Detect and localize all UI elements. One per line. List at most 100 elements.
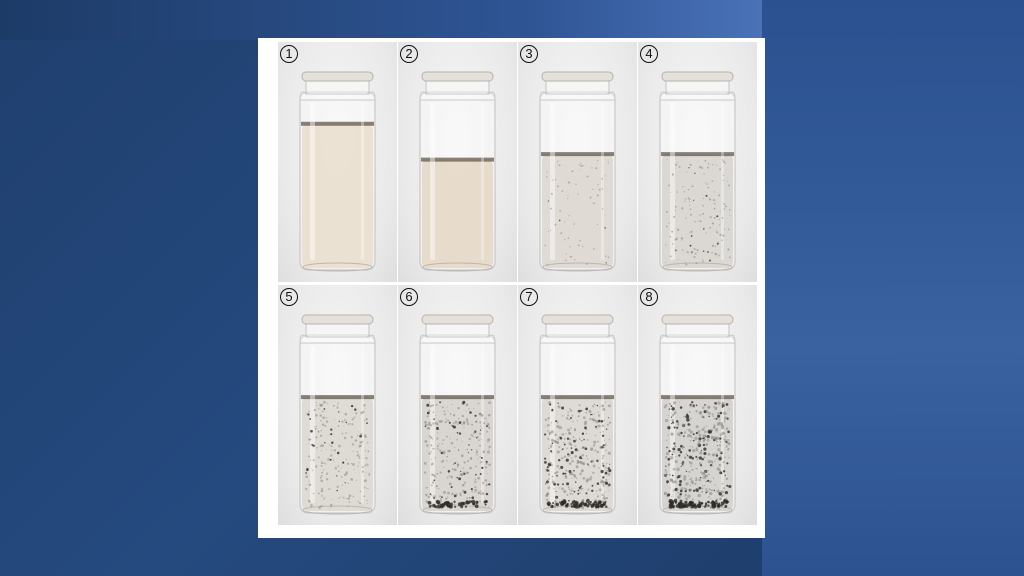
particle (441, 443, 443, 445)
sample-cell-4: 4 (638, 42, 757, 282)
particle (436, 472, 439, 475)
particle (608, 438, 611, 441)
particle (696, 458, 699, 461)
particle (438, 495, 441, 498)
particle (691, 448, 696, 453)
particle (453, 468, 457, 472)
particle (587, 488, 590, 491)
particle (690, 477, 693, 480)
particle (702, 471, 706, 475)
particle (590, 475, 593, 478)
particle (343, 419, 346, 422)
particle (697, 456, 700, 459)
particle (336, 451, 340, 455)
particle (354, 408, 357, 411)
particle (690, 235, 693, 237)
sediment (698, 501, 703, 506)
particle (684, 490, 687, 493)
particle (712, 415, 715, 417)
particle (596, 482, 600, 485)
particle (687, 494, 691, 498)
particle (459, 494, 462, 497)
particle (594, 449, 597, 452)
particle (323, 497, 326, 499)
particle (568, 462, 572, 466)
sediment (464, 505, 467, 508)
particle (716, 242, 719, 245)
particle (557, 402, 559, 404)
particle (351, 443, 355, 446)
particle (323, 400, 326, 404)
particle (308, 410, 310, 413)
particle (712, 163, 714, 166)
particle (689, 479, 691, 481)
particle (468, 437, 471, 441)
particle (708, 162, 710, 164)
particle (681, 423, 685, 427)
particle (365, 457, 368, 460)
particle (603, 419, 605, 421)
particle (666, 439, 668, 441)
sediment (575, 502, 579, 505)
particle (568, 215, 570, 217)
particle (708, 470, 710, 472)
particle (586, 263, 588, 265)
particle (722, 160, 725, 163)
particle (555, 490, 557, 492)
particle (549, 433, 551, 435)
particle (683, 456, 687, 459)
particle (474, 486, 476, 489)
particle (558, 164, 561, 167)
particle (480, 460, 483, 464)
particle (456, 466, 459, 468)
particle (594, 203, 596, 205)
particle (668, 222, 670, 224)
particle (688, 200, 691, 203)
particle (679, 492, 682, 496)
particle (608, 421, 612, 424)
particle (317, 492, 320, 495)
particle (708, 415, 710, 418)
particle (440, 461, 443, 463)
particle (348, 494, 352, 497)
particle (681, 461, 685, 465)
particle (573, 223, 575, 225)
particle (607, 490, 609, 492)
particle (345, 458, 347, 461)
sample-number: 4 (640, 45, 658, 63)
particle (557, 438, 559, 441)
particle (325, 420, 329, 423)
particle (545, 425, 547, 427)
sediment (708, 501, 710, 504)
particle (436, 423, 439, 426)
particle (727, 409, 729, 411)
particle (458, 421, 462, 424)
particle (480, 414, 484, 417)
particle (442, 466, 445, 469)
particle (698, 478, 702, 482)
particle (431, 462, 434, 466)
particle (698, 456, 702, 460)
particle (462, 489, 465, 493)
particle (366, 422, 368, 424)
particle (671, 407, 675, 411)
particle (704, 159, 707, 162)
particle (680, 444, 683, 448)
particle (350, 422, 352, 425)
particle (334, 467, 337, 470)
particle (433, 418, 435, 420)
particle (330, 454, 333, 457)
particle (338, 420, 340, 423)
sample-cell-8: 8 (638, 285, 757, 525)
particle (351, 418, 354, 421)
particle (442, 439, 445, 441)
particle (607, 467, 610, 470)
sediment (573, 500, 576, 502)
particle (553, 488, 555, 490)
particle (567, 181, 570, 184)
particle (718, 218, 721, 221)
particle (347, 505, 349, 507)
particle (679, 489, 683, 493)
particle (333, 449, 337, 452)
particle (479, 473, 482, 475)
